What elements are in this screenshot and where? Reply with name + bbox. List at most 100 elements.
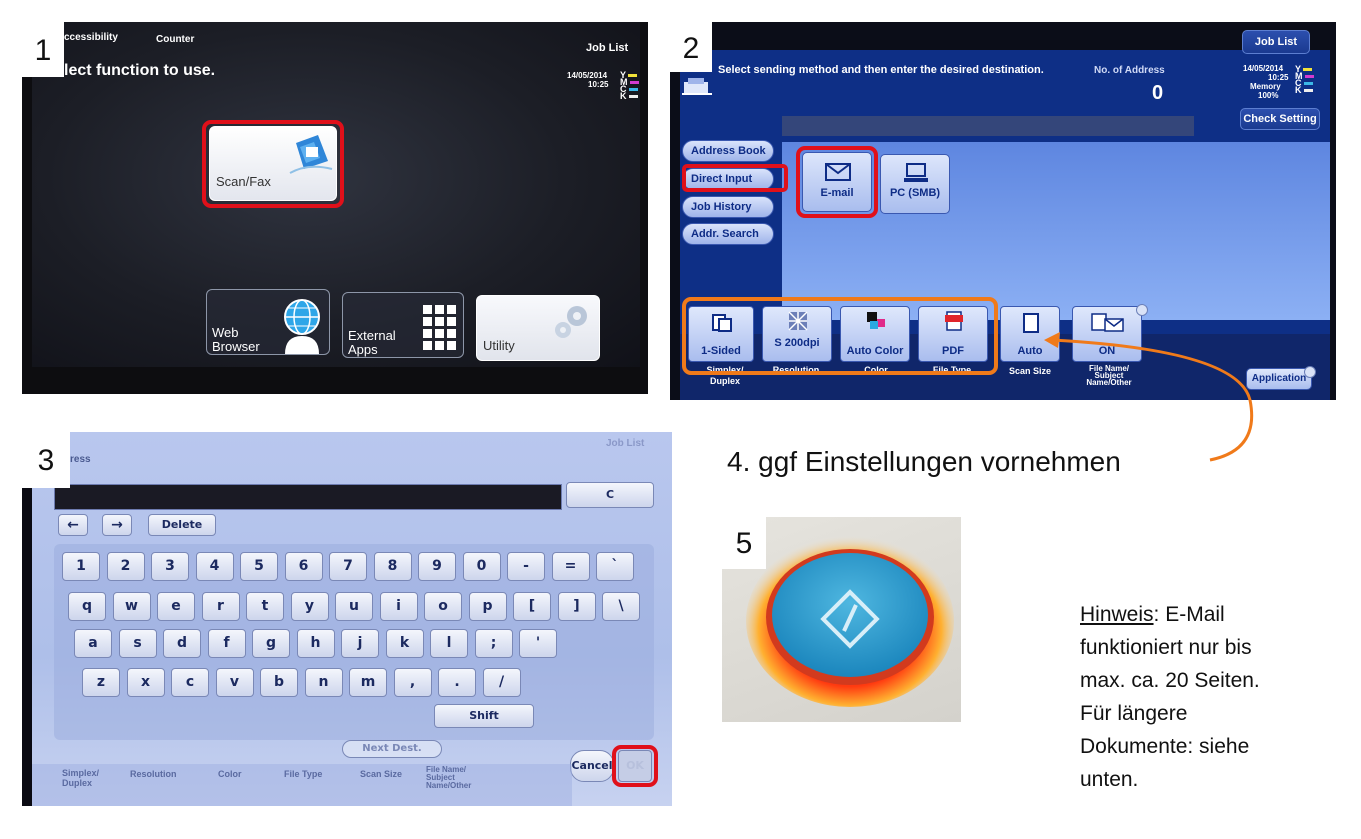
key-row3-1[interactable]: s xyxy=(118,629,157,658)
step-number-2: 2 xyxy=(670,22,712,72)
key-row1-1[interactable]: 2 xyxy=(106,552,145,581)
key-row2-11[interactable]: ] xyxy=(557,592,596,621)
key-row2-0[interactable]: q xyxy=(68,592,106,621)
nav-job-history[interactable]: Job History xyxy=(682,196,774,218)
key-row3-10[interactable]: ' xyxy=(519,629,557,658)
key-row4-2[interactable]: c xyxy=(171,668,209,697)
step-number-1: 1 xyxy=(22,22,64,77)
key-row1-3[interactable]: 4 xyxy=(195,552,234,581)
panel-function-select: ccessibility Counter Job List lect funct… xyxy=(22,22,648,394)
key-row4-7[interactable]: , xyxy=(393,668,432,697)
key-row4-0[interactable]: z xyxy=(82,668,120,697)
web-browser-label-1: Web xyxy=(212,325,239,340)
grid-apps-icon xyxy=(423,305,456,350)
destination-field[interactable] xyxy=(782,116,1194,136)
panel-keyboard: Job List ress C ← → Delete 1 2 3 4 5 6 7 8 9 0- = `… xyxy=(22,432,672,806)
key-row1-8[interactable]: 9 xyxy=(418,552,456,581)
nav-addr-search[interactable]: Addr. Search xyxy=(682,223,774,245)
key-row2-12[interactable]: \ xyxy=(602,592,640,621)
external-apps-label-2: Apps xyxy=(348,342,378,357)
hint-line-1: : E-Mail xyxy=(1153,603,1225,626)
key-row2-2[interactable]: e xyxy=(157,592,195,621)
web-browser-label-2: Browser xyxy=(212,339,260,354)
key-row2-9[interactable]: p xyxy=(468,592,507,621)
key-row1-10[interactable]: - xyxy=(507,552,545,581)
key-row2-8[interactable]: o xyxy=(424,592,462,621)
key-row3-9[interactable]: ; xyxy=(474,629,513,658)
clear-key[interactable]: C xyxy=(566,482,654,508)
key-row1-6[interactable]: 7 xyxy=(329,552,367,581)
step-number-3: 3 xyxy=(22,432,70,488)
pc-smb-destination-button[interactable]: PC (SMB) xyxy=(880,154,950,214)
cancel-button[interactable]: Cancel xyxy=(570,750,614,782)
memory-label: Memory xyxy=(1250,82,1281,91)
key-row1-7[interactable]: 8 xyxy=(373,552,412,581)
step-number-5: 5 xyxy=(722,517,766,569)
cursor-right-key[interactable]: → xyxy=(102,514,132,536)
hint-label: Hinweis xyxy=(1080,603,1154,626)
key-row3-3[interactable]: f xyxy=(207,629,246,658)
key-row3-4[interactable]: g xyxy=(252,629,290,658)
check-setting-button[interactable]: Check Setting xyxy=(1240,108,1320,130)
utility-label: Utility xyxy=(483,338,515,353)
label-file-name: File Name/Subject Name/Other xyxy=(426,765,472,790)
key-row3-0[interactable]: a xyxy=(74,629,112,658)
highlight-scan-fax xyxy=(202,120,344,208)
key-row2-4[interactable]: t xyxy=(246,592,284,621)
label-color: Color xyxy=(218,769,242,779)
hint-text: Hinweis: E-Mail funktioniert nur bis max… xyxy=(1080,598,1330,796)
external-apps-tile[interactable]: External Apps xyxy=(342,292,464,358)
hint-line-2: funktioniert nur bis xyxy=(1080,636,1252,659)
key-row4-6[interactable]: m xyxy=(349,668,387,697)
nav-address-book[interactable]: Address Book xyxy=(682,140,774,162)
key-row3-2[interactable]: d xyxy=(163,629,201,658)
address-input[interactable] xyxy=(54,484,562,510)
no-of-address-value: 0 xyxy=(1152,82,1164,104)
accessibility-tab[interactable]: ccessibility xyxy=(64,32,118,43)
key-row4-3[interactable]: v xyxy=(215,668,254,697)
toner-levels: Y M C K xyxy=(620,71,639,101)
scanner-icon xyxy=(682,78,712,95)
key-row3-5[interactable]: h xyxy=(296,629,335,658)
web-browser-tile[interactable]: Web Browser xyxy=(206,289,330,355)
cursor-left-key[interactable]: ← xyxy=(58,514,88,536)
key-row3-7[interactable]: k xyxy=(385,629,424,658)
job-list-button[interactable]: Job List xyxy=(1242,30,1310,54)
key-row2-7[interactable]: i xyxy=(379,592,418,621)
key-row2-5[interactable]: y xyxy=(290,592,329,621)
delete-key[interactable]: Delete xyxy=(148,514,216,536)
key-row1-9[interactable]: 0 xyxy=(462,552,501,581)
key-row2-10[interactable]: [ xyxy=(513,592,551,621)
key-row1-0[interactable]: 1 xyxy=(62,552,100,581)
gear-icon xyxy=(555,306,587,338)
key-row4-4[interactable]: b xyxy=(260,668,298,697)
key-row1-4[interactable]: 5 xyxy=(240,552,278,581)
indicator-dot xyxy=(1304,366,1316,378)
key-row1-5[interactable]: 6 xyxy=(284,552,323,581)
key-row2-6[interactable]: u xyxy=(335,592,373,621)
key-row1-12[interactable]: ` xyxy=(596,552,634,581)
address-title: ress xyxy=(70,454,91,465)
job-list-button[interactable]: Job List xyxy=(586,42,628,54)
key-row3-8[interactable]: l xyxy=(430,629,468,658)
label-file-type: File Type xyxy=(284,769,323,779)
key-row1-11[interactable]: = xyxy=(551,552,590,581)
hint-line-4: Für längere xyxy=(1080,702,1188,725)
key-row4-5[interactable]: n xyxy=(304,668,343,697)
next-destination-button[interactable]: Next Dest. xyxy=(342,740,442,758)
key-row2-3[interactable]: r xyxy=(201,592,240,621)
no-of-address-label: No. of Address xyxy=(1094,65,1165,76)
key-row4-1[interactable]: x xyxy=(126,668,165,697)
key-row4-8[interactable]: . xyxy=(438,668,476,697)
job-list-label: Job List xyxy=(606,438,645,449)
key-row3-6[interactable]: j xyxy=(341,629,379,658)
key-row1-2[interactable]: 3 xyxy=(151,552,189,581)
key-row4-9[interactable]: / xyxy=(482,668,521,697)
utility-tile[interactable]: Utility xyxy=(476,295,600,361)
counter-tab[interactable]: Counter xyxy=(156,34,194,45)
key-row2-1[interactable]: w xyxy=(112,592,151,621)
hint-line-3: max. ca. 20 Seiten. xyxy=(1080,669,1260,692)
shift-key[interactable]: Shift xyxy=(434,704,534,728)
highlight-direct-input xyxy=(682,164,788,192)
hint-line-5: Dokumente: siehe xyxy=(1080,735,1250,758)
